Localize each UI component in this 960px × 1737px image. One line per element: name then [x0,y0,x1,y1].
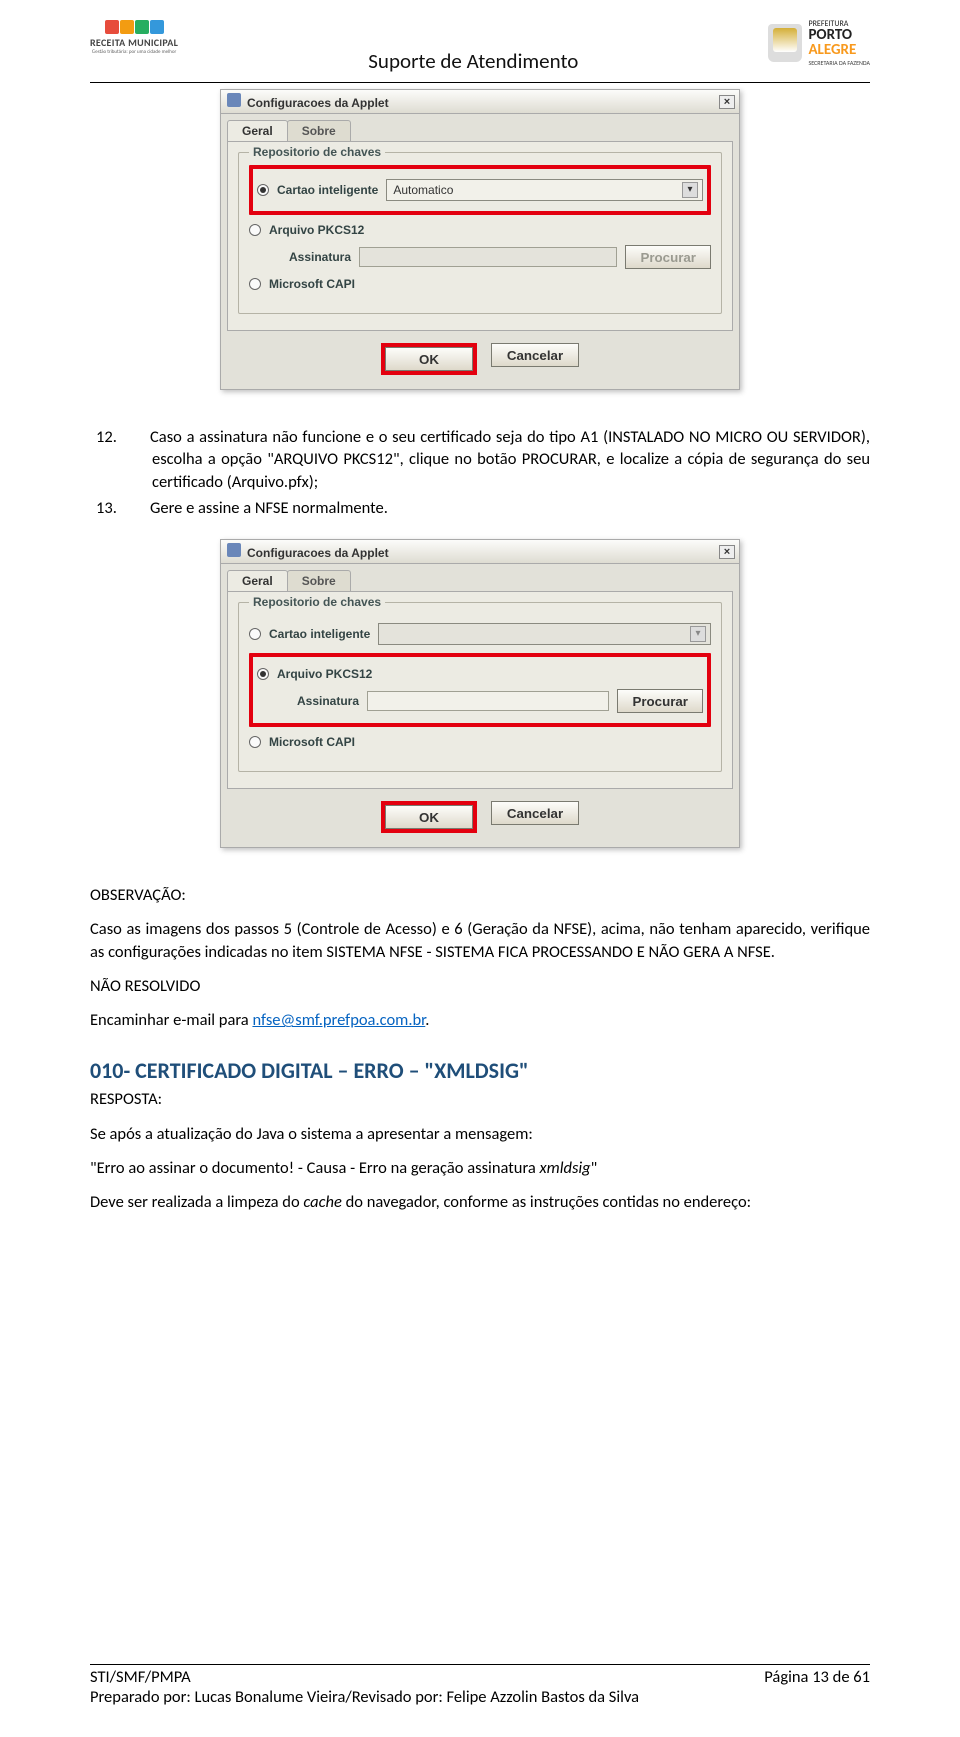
label-assinatura: Assinatura [289,250,351,264]
cancel-button[interactable]: Cancelar [491,343,579,367]
p-error-message: "Erro ao assinar o documento! - Causa - … [90,1157,870,1179]
header-divider [90,82,870,83]
radio-cartao-inteligente[interactable] [257,184,269,196]
step-13: 13.Gere e assine a NFSE normalmente. [124,497,870,519]
step-12: 12.Caso a assinatura não funcione e o se… [124,426,870,493]
ok-button[interactable]: OK [385,805,473,829]
highlight-ok: OK [381,801,477,833]
footer-prepared-by: Preparado por: Lucas Bonalume Vieira/Rev… [90,1687,870,1707]
radio-pkcs12[interactable] [257,668,269,680]
radio-capi[interactable] [249,278,261,290]
page-header: RECEITA MUNICIPAL Gestão tributária: por… [90,20,870,74]
group-label: Repositorio de chaves [249,145,385,159]
tab-body: Repositorio de chaves Cartao inteligente… [227,591,733,789]
p-java-update: Se após a atualização do Java o sistema … [90,1123,870,1145]
dialog-actions: OK Cancelar [221,337,739,389]
page-title: Suporte de Atendimento [368,20,578,74]
radio-pkcs12[interactable] [249,224,261,236]
radio-cartao-inteligente[interactable] [249,628,261,640]
footer-page-number: Página 13 de 61 [764,1667,870,1687]
tab-body: Repositorio de chaves Cartao inteligente… [227,141,733,331]
tab-bar: Geral Sobre [221,114,739,141]
logo-right-sec: SECRETARIA DA FAZENDA [808,60,870,66]
email-link[interactable]: nfse@smf.prefpoa.com.br [252,1010,425,1030]
dialog-title-text: Configuracoes da Applet [247,546,389,560]
observacao-title: OBSERVAÇÃO: [90,884,870,906]
label-pkcs12: Arquivo PKCS12 [269,223,364,237]
tab-geral[interactable]: Geral [227,570,288,591]
chevron-down-icon: ▾ [682,182,698,198]
highlight-cartao-row: Cartao inteligente Automatico ▾ [249,165,711,215]
assinatura-input[interactable] [359,247,617,267]
group-repositorio: Repositorio de chaves Cartao inteligente… [238,152,722,314]
observacao-body: Caso as imagens dos passos 5 (Controle d… [90,918,870,963]
label-pkcs12: Arquivo PKCS12 [277,667,372,681]
nao-resolvido: NÃO RESOLVIDO [90,975,870,997]
java-icon [227,93,241,107]
label-cartao: Cartao inteligente [277,183,378,197]
step-list: 12.Caso a assinatura não funcione e o se… [90,426,870,519]
dialog-title-text: Configuracoes da Applet [247,96,389,110]
ok-button[interactable]: OK [385,347,473,371]
logo-right-alegre: ALEGRE [808,43,870,58]
select-automatico-disabled: ▾ [378,623,711,645]
close-button[interactable]: × [719,545,735,559]
procurar-button[interactable]: Procurar [625,245,711,269]
cancel-button[interactable]: Cancelar [491,801,579,825]
label-capi: Microsoft CAPI [269,277,355,291]
label-capi: Microsoft CAPI [269,735,355,749]
applet-config-dialog-2: Configuracoes da Applet × Geral Sobre Re… [220,539,740,848]
crest-icon [768,24,802,62]
chevron-down-icon: ▾ [690,626,706,642]
java-icon [227,543,241,557]
logo-left-subtitle: Gestão tributária: por uma cidade melhor [92,49,176,55]
tab-sobre[interactable]: Sobre [287,570,351,591]
section-010-heading: 010- CERTIFICADO DIGITAL – ERRO – "XMLDS… [90,1057,870,1084]
page: RECEITA MUNICIPAL Gestão tributária: por… [0,0,960,1737]
dialog-titlebar: Configuracoes da Applet × [221,540,739,564]
page-footer: STI/SMF/PMPA Página 13 de 61 Preparado p… [90,1664,870,1707]
highlight-pkcs-block: Arquivo PKCS12 Assinatura Procurar [249,653,711,727]
p-clear-cache: Deve ser realizada a limpeza do cache do… [90,1191,870,1213]
tab-bar: Geral Sobre [221,564,739,591]
logo-porto-alegre: PREFEITURA PORTO ALEGRE SECRETARIA DA FA… [768,20,870,66]
assinatura-input[interactable] [367,691,609,711]
encaminhar-line: Encaminhar e-mail para nfse@smf.prefpoa.… [90,1009,870,1031]
label-assinatura: Assinatura [297,694,359,708]
tab-geral[interactable]: Geral [227,120,288,141]
radio-capi[interactable] [249,736,261,748]
group-label: Repositorio de chaves [249,595,385,609]
footer-left: STI/SMF/PMPA [90,1667,191,1687]
procurar-button[interactable]: Procurar [617,689,703,713]
logo-left-title: RECEITA MUNICIPAL [90,36,178,49]
applet-config-dialog-1: Configuracoes da Applet × Geral Sobre Re… [220,89,740,390]
select-value: Automatico [393,183,453,197]
logo-receita-municipal: RECEITA MUNICIPAL Gestão tributária: por… [90,20,178,55]
group-repositorio: Repositorio de chaves Cartao inteligente… [238,602,722,772]
select-automatico[interactable]: Automatico ▾ [386,179,703,201]
close-button[interactable]: × [719,95,735,109]
tab-sobre[interactable]: Sobre [287,120,351,141]
resposta-label: RESPOSTA: [90,1088,870,1110]
label-cartao: Cartao inteligente [269,627,370,641]
dialog-actions: OK Cancelar [221,795,739,847]
dialog-titlebar: Configuracoes da Applet × [221,90,739,114]
highlight-ok: OK [381,343,477,375]
